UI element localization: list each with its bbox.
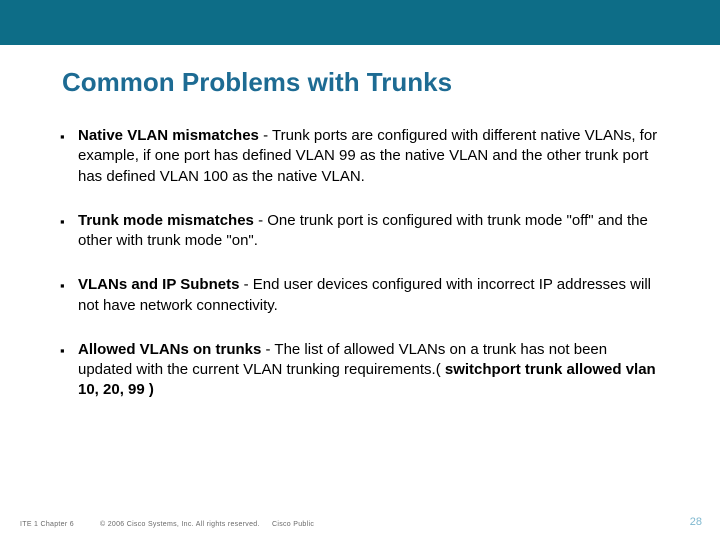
bullet-bold: Allowed VLANs on trunks <box>78 341 261 358</box>
bullet-bold: VLANs and IP Subnets <box>78 276 239 293</box>
header-band <box>0 0 720 45</box>
footer-copyright: © 2006 Cisco Systems, Inc. All rights re… <box>100 521 260 528</box>
bullet-item: Allowed VLANs on trunks - The list of al… <box>78 340 658 401</box>
footer: ITE 1 Chapter 6 © 2006 Cisco Systems, In… <box>0 514 720 528</box>
body-content: Native VLAN mismatches - Trunk ports are… <box>78 126 658 401</box>
footer-public: Cisco Public <box>272 521 314 528</box>
bullet-item: Native VLAN mismatches - Trunk ports are… <box>78 126 658 187</box>
slide-title: Common Problems with Trunks <box>62 67 720 98</box>
bullet-item: Trunk mode mismatches - One trunk port i… <box>78 211 658 252</box>
slide: Common Problems with Trunks Native VLAN … <box>0 0 720 540</box>
bullet-item: VLANs and IP Subnets - End user devices … <box>78 275 658 316</box>
page-number: 28 <box>690 516 702 528</box>
bullet-bold: Trunk mode mismatches <box>78 212 254 229</box>
bullet-bold: Native VLAN mismatches <box>78 127 259 144</box>
footer-left: ITE 1 Chapter 6 <box>20 521 74 528</box>
